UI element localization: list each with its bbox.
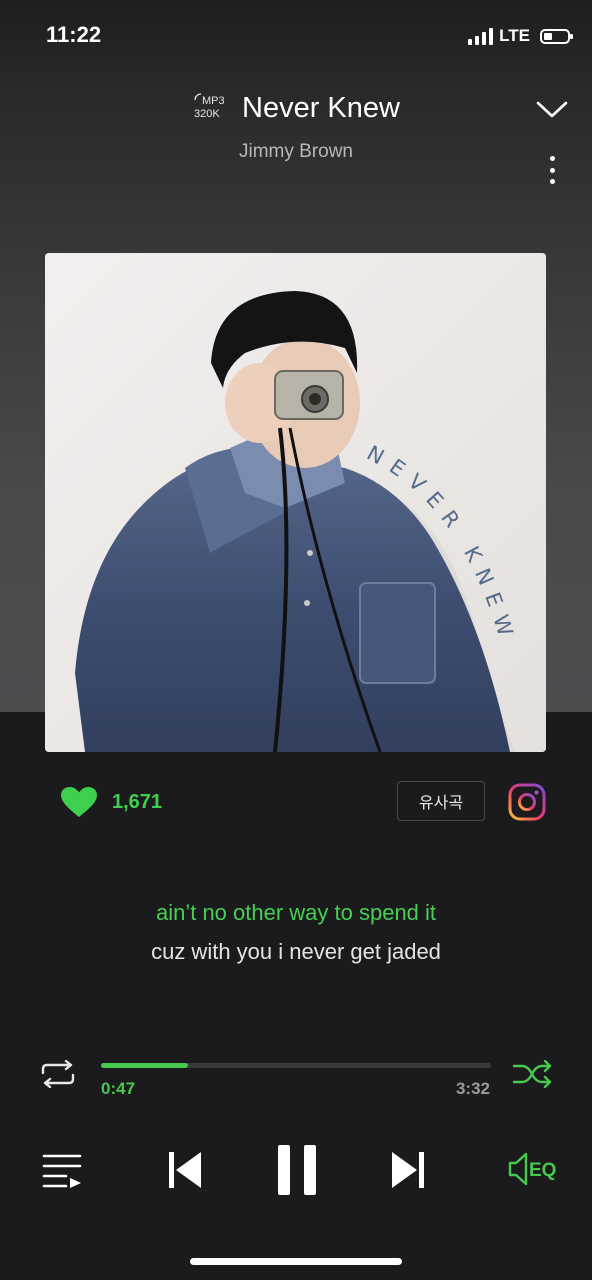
home-indicator[interactable] [190,1258,402,1265]
like-button[interactable]: 1,671 [60,786,162,818]
format-codec: MP3 [202,95,225,107]
player-header: MP3 320K Never Knew Jimmy Brown [0,80,592,190]
network-label: LTE [499,26,530,45]
similar-songs-button[interactable]: 유사곡 [397,781,485,821]
previous-icon[interactable] [168,1150,202,1190]
heart-icon [61,787,97,817]
status-indicators: LTE [468,26,573,46]
signal-icon [468,27,494,45]
more-options-icon[interactable] [548,156,556,184]
song-title: Never Knew [242,92,400,124]
progress-bar[interactable] [101,1063,491,1068]
format-bitrate: 320K [194,108,220,120]
status-time: 11:22 [46,22,102,47]
progress-fill [101,1063,188,1068]
signal-arc-icon [194,93,202,101]
shuffle-icon[interactable] [512,1060,554,1088]
lyric-current-line[interactable]: ain’t no other way to spend it [0,900,592,926]
artist-name[interactable]: Jimmy Brown [0,141,592,163]
audio-format-badge: MP3 320K [194,93,225,121]
instagram-icon[interactable] [508,783,546,821]
eq-label: EQ [529,1160,556,1181]
playlist-icon[interactable] [42,1152,84,1190]
elapsed-time: 0:47 [101,1079,136,1098]
total-time: 3:32 [455,1079,490,1098]
repeat-icon[interactable] [38,1060,78,1088]
equalizer-icon[interactable]: EQ [508,1150,564,1188]
battery-icon [540,28,573,44]
album-art: NEVER KNEW [45,253,546,752]
pause-icon[interactable] [276,1143,318,1197]
like-count: 1,671 [112,790,163,813]
album-art-illustration: NEVER KNEW [45,253,546,752]
lyric-next-line[interactable]: cuz with you i never get jaded [0,939,592,965]
status-bar: 11:22 LTE [0,0,592,72]
chevron-down-icon[interactable] [536,100,568,120]
next-icon[interactable] [391,1150,425,1190]
